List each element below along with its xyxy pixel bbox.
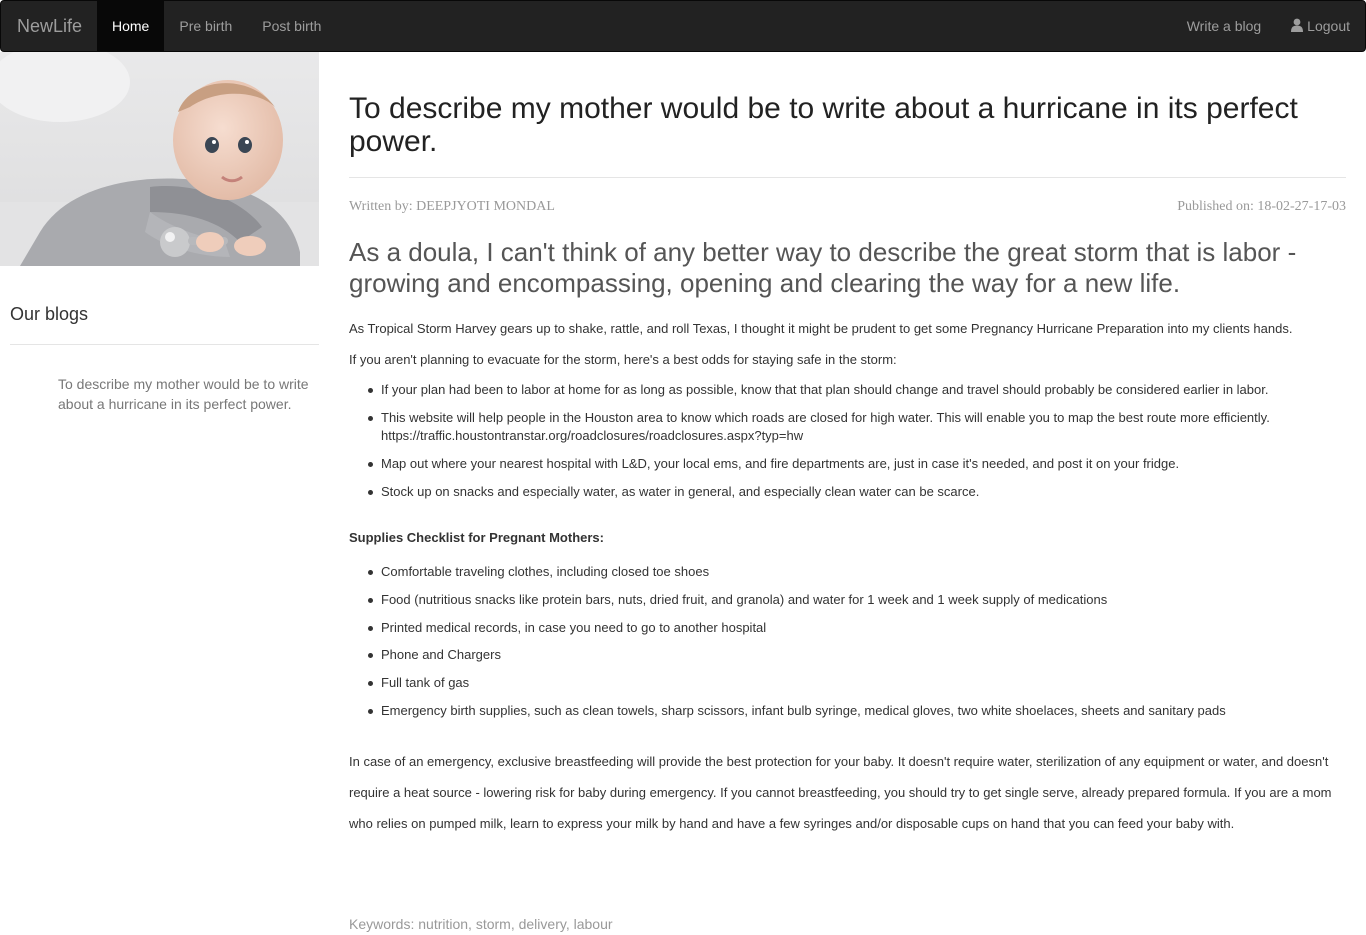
article-paragraph: If you aren't planning to evacuate for t…	[349, 352, 897, 367]
baby-photo	[0, 52, 319, 266]
closing-paragraph: In case of an emergency, exclusive breas…	[349, 754, 1332, 831]
article-title: To describe my mother would be to write …	[349, 92, 1298, 158]
article-paragraph: As Tropical Storm Harvey gears up to sha…	[349, 321, 1293, 336]
list-item: Map out where your nearest hospital with…	[349, 455, 1346, 473]
tips-list: If your plan had been to labor at home f…	[349, 381, 1346, 511]
logout-link[interactable]: Logout	[1276, 1, 1365, 51]
list-item: Phone and Chargers	[349, 646, 1346, 664]
logout-label: Logout	[1307, 18, 1350, 34]
top-navbar: NewLife Home Pre birth Post birth Write …	[0, 0, 1366, 52]
list-item: Full tank of gas	[349, 674, 1346, 692]
user-nav: Write a blog Logout	[1172, 1, 1365, 51]
title-divider	[349, 177, 1346, 178]
user-icon	[1291, 18, 1304, 32]
supplies-heading: Supplies Checklist for Pregnant Mothers:	[349, 530, 604, 545]
author-label: Written by: DEEPJYOTI MONDAL	[349, 199, 555, 214]
list-item: Stock up on snacks and especially water,…	[349, 483, 1346, 501]
list-item: Comfortable traveling clothes, including…	[349, 563, 1346, 581]
list-item: If your plan had been to labor at home f…	[349, 381, 1346, 399]
keywords: Keywords: nutrition, storm, delivery, la…	[349, 916, 613, 932]
sidebar-divider	[10, 344, 319, 345]
our-blogs-heading: Our blogs	[10, 304, 89, 324]
nav-pre-birth[interactable]: Pre birth	[164, 1, 247, 51]
main-nav: Home Pre birth Post birth	[97, 1, 336, 51]
list-item: Emergency birth supplies, such as clean …	[349, 702, 1346, 720]
sidebar-blog-link[interactable]: To describe my mother would be to write …	[58, 374, 319, 414]
sidebar: Our blogs To describe my mother would be…	[0, 52, 319, 412]
write-blog-link[interactable]: Write a blog	[1172, 1, 1276, 51]
brand-link[interactable]: NewLife	[17, 1, 82, 51]
supplies-list: Comfortable traveling clothes, including…	[349, 563, 1346, 730]
article-lead: As a doula, I can't think of any better …	[349, 237, 1297, 298]
list-item: Food (nutritious snacks like protein bar…	[349, 591, 1346, 609]
article-meta: Written by: DEEPJYOTI MONDAL Published o…	[349, 199, 1346, 215]
nav-home[interactable]: Home	[97, 1, 165, 51]
published-label: Published on: 18-02-27-17-03	[1177, 199, 1346, 214]
list-item: This website will help people in the Hou…	[349, 409, 1346, 445]
nav-post-birth[interactable]: Post birth	[247, 1, 336, 51]
list-item: Printed medical records, in case you nee…	[349, 619, 1346, 637]
